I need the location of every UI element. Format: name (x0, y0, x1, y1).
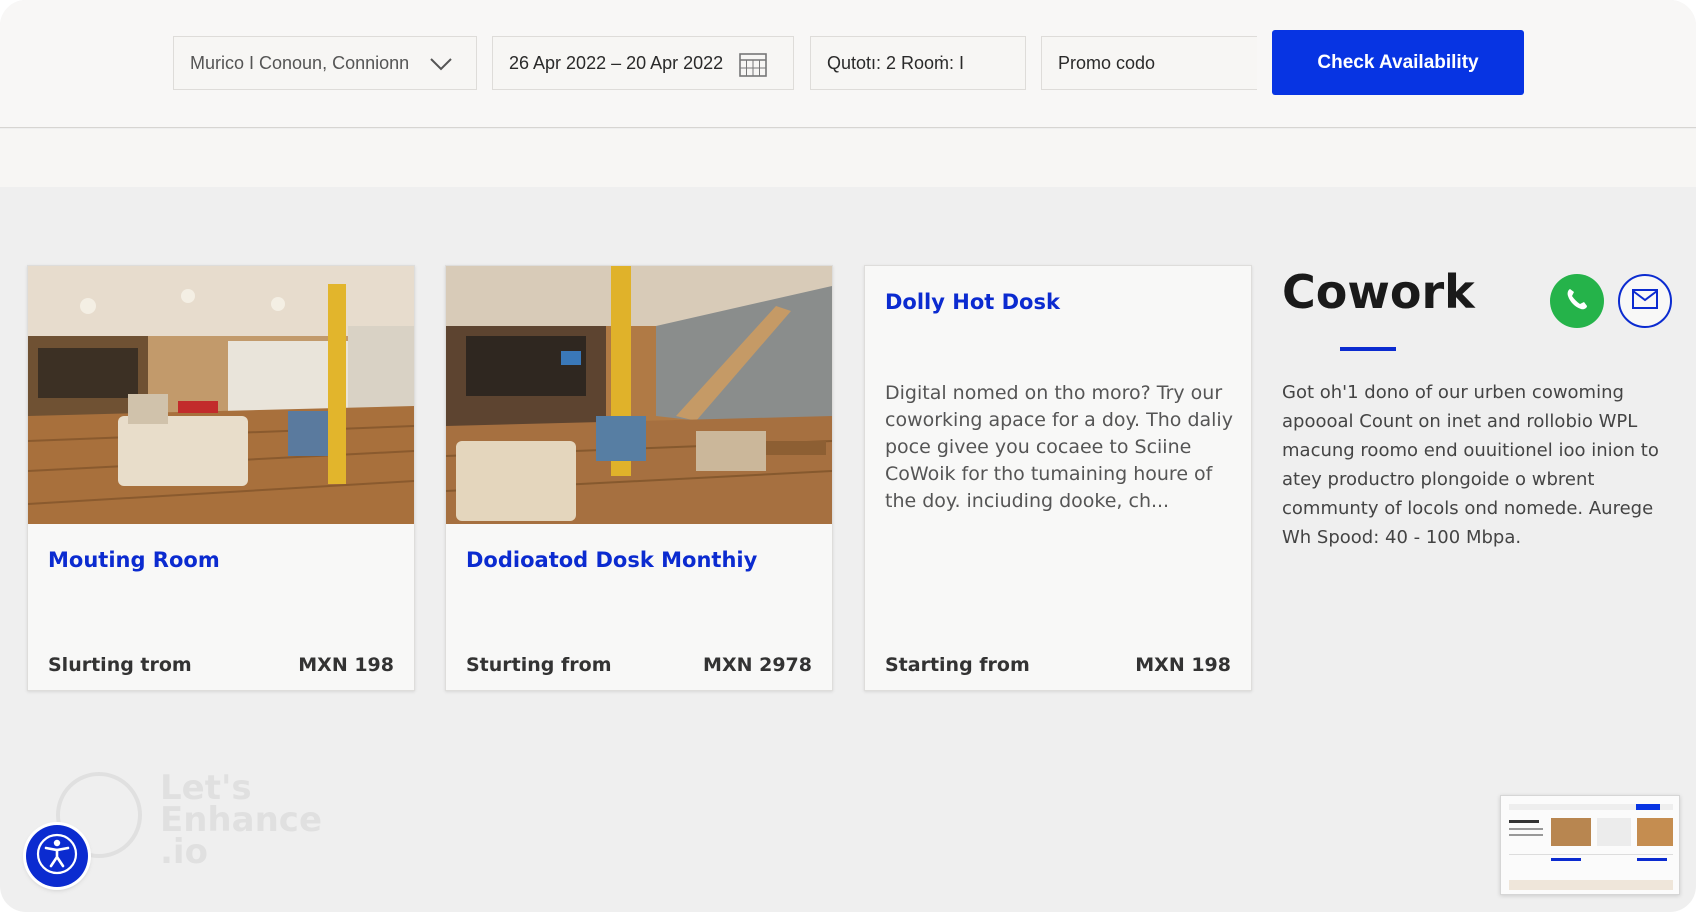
info-title: Cowork (1282, 265, 1475, 319)
dates-value: 26 Apr 2022 – 20 Apr 2022 (509, 52, 724, 73)
accessibility-button[interactable] (26, 825, 88, 887)
header-strip (0, 129, 1696, 187)
chevron-down-icon (428, 51, 454, 82)
meeting-room-photo (28, 266, 414, 524)
card-price: MXN 198 (298, 654, 394, 676)
room-card-dedicated-desk[interactable]: Dodioatod Dosk Monthiy Sturting from MXN… (445, 265, 833, 691)
card-description: Digital nomed on tho moro? Try our cowor… (885, 382, 1233, 512)
date-range-field[interactable]: 26 Apr 2022 – 20 Apr 2022 (492, 36, 794, 90)
mail-icon (1632, 288, 1658, 314)
check-availability-button[interactable]: Check Availability (1272, 30, 1524, 95)
accessibility-icon (35, 832, 79, 881)
card-title[interactable]: Mouting Room (48, 548, 220, 572)
watermark-text: Let's Enhance .io (160, 768, 322, 872)
search-bar: Murico I Conoun, Connionn 26 Apr 2022 – … (0, 0, 1696, 128)
promo-placeholder: Promo codo (1058, 52, 1156, 73)
dedicated-desk-photo (446, 266, 832, 524)
info-description: Got oh'1 dono of our urben cowoming apoo… (1282, 382, 1659, 548)
watermark: Let's Enhance .io (56, 768, 336, 882)
location-value: Murico I Conoun, Connionn (190, 52, 410, 73)
whatsapp-button[interactable] (1550, 274, 1604, 328)
page-frame: Murico I Conoun, Connionn 26 Apr 2022 – … (0, 0, 1696, 912)
whatsapp-icon (1560, 282, 1594, 321)
mail-button[interactable] (1618, 274, 1672, 328)
starting-from-label: Starting from (885, 654, 1030, 676)
guests-value: Qutotı: 2 Rooṁ: I (827, 52, 965, 73)
location-select[interactable]: Murico I Conoun, Connionn (173, 36, 477, 90)
promo-code-input[interactable]: Promo codo (1041, 36, 1257, 90)
card-price: MXN 2978 (703, 654, 812, 676)
title-underline (1340, 347, 1396, 351)
page-preview-thumbnail[interactable] (1500, 795, 1680, 895)
starting-from-label: Slurting trom (48, 654, 192, 676)
starting-from-label: Sturting from (466, 654, 612, 676)
calendar-icon (739, 51, 767, 82)
room-card-meeting[interactable]: Mouting Room Slurting trom MXN 198 (27, 265, 415, 691)
card-title[interactable]: Dodioatod Dosk Monthiy (466, 548, 757, 572)
room-card-daily-hot-desk[interactable]: Dolly Hot Dosk Digital nomed on tho moro… (864, 265, 1252, 691)
card-price: MXN 198 (1135, 654, 1231, 676)
card-title[interactable]: Dolly Hot Dosk (885, 290, 1060, 314)
guests-field[interactable]: Qutotı: 2 Rooṁ: I (810, 36, 1026, 90)
